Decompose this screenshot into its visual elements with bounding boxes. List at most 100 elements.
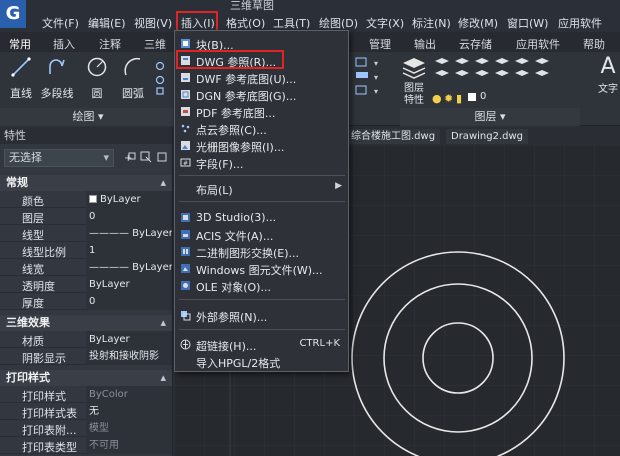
menu-edit[interactable]: 编辑(E): [88, 15, 126, 31]
menu-dimension[interactable]: 标注(N): [412, 15, 451, 31]
tab-home[interactable]: 常用: [9, 36, 31, 52]
collapse-icon: ▴: [160, 176, 166, 189]
menu-draw[interactable]: 绘图(D): [319, 15, 358, 31]
prop-row-color[interactable]: 颜色 ByLayer: [0, 191, 172, 208]
text-tool[interactable]: A 文字: [596, 54, 620, 95]
prop-row-plot-table-type[interactable]: 打印表类型 不可用: [0, 437, 172, 454]
menu-item-acis-file[interactable]: ACIS 文件(A)...: [175, 226, 348, 243]
tab-annotate[interactable]: 注释: [99, 36, 121, 52]
collapse-icon: ▴: [160, 371, 166, 384]
properties-panel: 特性 无选择 ▾ + 常规 ▴ 颜色 ByLayer 图层 0 线型 ———— ByLa…: [0, 127, 173, 456]
menu-modify[interactable]: 修改(M): [458, 15, 498, 31]
pdf-icon: [181, 107, 190, 116]
menu-apps[interactable]: 应用软件: [558, 15, 602, 31]
layer-dropdown[interactable]: ● ✹ ▮ 0: [432, 91, 572, 106]
section-3d-effects[interactable]: 三维效果 ▴: [0, 315, 172, 331]
menu-item-hyperlink[interactable]: 超链接(H)... CTRL+K: [175, 336, 348, 353]
svg-text:▾: ▾: [374, 59, 378, 68]
menu-item-3d-studio[interactable]: 3D Studio(3)...: [175, 209, 348, 226]
menu-item-external-reference[interactable]: 外部参照(N)...: [175, 307, 348, 324]
raster-icon: [181, 141, 190, 150]
doc-tab-1[interactable]: 综合楼施工图.dwg: [346, 129, 441, 144]
toggle-pickadd-icon[interactable]: +: [124, 151, 136, 163]
xref-icon: [181, 311, 191, 321]
draw-more-icons[interactable]: [155, 58, 165, 98]
doc-tab-2[interactable]: Drawing2.dwg: [446, 129, 528, 144]
menu-format[interactable]: 格式(O): [226, 15, 265, 31]
menu-item-ole-object[interactable]: OLE 对象(O)...: [175, 277, 348, 294]
lock-icon: ▮: [456, 92, 463, 105]
svg-text:#: #: [183, 160, 188, 167]
menu-item-field[interactable]: # 字段(F)...: [175, 154, 348, 171]
prop-row-layer[interactable]: 图层 0: [0, 208, 172, 225]
tab-apps[interactable]: 应用软件: [516, 36, 560, 52]
text-a-icon: A: [600, 54, 616, 79]
menu-item-dgn-underlay[interactable]: DGN 参考底图(G)...: [175, 86, 348, 103]
menu-tools[interactable]: 工具(T): [273, 15, 310, 31]
tab-help[interactable]: 帮助: [583, 36, 605, 52]
menu-item-import-hpgl[interactable]: 导入HPGL/2格式: [175, 353, 348, 370]
menu-item-binary-exchange[interactable]: 二进制图形交换(E)...: [175, 243, 348, 260]
menu-item-windows-metafile[interactable]: Windows 图元文件(W)...: [175, 260, 348, 277]
layer-group-label[interactable]: 图层 ▾: [400, 108, 580, 126]
menu-window[interactable]: 窗口(W): [507, 15, 548, 31]
section-general[interactable]: 常规 ▴: [0, 175, 172, 191]
circle-tool-label: 圆: [91, 87, 103, 100]
ellipse-icon: [155, 61, 165, 95]
dgn-icon: [181, 90, 190, 99]
acis-icon: [181, 230, 190, 239]
selection-dropdown[interactable]: 无选择 ▾: [4, 149, 114, 167]
lightbulb-icon: ●: [432, 92, 442, 105]
menu-item-layout[interactable]: 布局(L) ▶: [175, 180, 348, 197]
prop-row-plot-style[interactable]: 打印样式 ByColor: [0, 386, 172, 403]
menu-item-dwf-underlay[interactable]: DWF 参考底图(U)...: [175, 69, 348, 86]
menu-file[interactable]: 文件(F): [42, 15, 79, 31]
prop-row-thickness[interactable]: 厚度 0: [0, 293, 172, 310]
circle-tool[interactable]: 圆: [80, 56, 114, 101]
line-tool-label: 直线: [10, 87, 32, 100]
app-logo[interactable]: G: [0, 0, 26, 28]
svg-text:▾: ▾: [374, 87, 378, 96]
menu-view[interactable]: 视图(V): [134, 15, 172, 31]
dxb-icon: [181, 247, 190, 256]
properties-header: 特性: [0, 127, 172, 144]
layer-stack-icon: [402, 58, 426, 79]
layer-tool-grid[interactable]: [432, 56, 572, 90]
prop-row-plot-attached[interactable]: 打印表附... 模型: [0, 420, 172, 437]
prop-row-linetype-scale[interactable]: 线型比例 1: [0, 242, 172, 259]
arc-tool[interactable]: 圆弧: [116, 56, 150, 101]
prop-row-material[interactable]: 材质 ByLayer: [0, 331, 172, 348]
tab-3d[interactable]: 三维: [144, 36, 166, 52]
quick-select-icon[interactable]: [156, 151, 168, 163]
tab-output[interactable]: 输出: [414, 36, 436, 52]
tab-cloud[interactable]: 云存储: [459, 36, 492, 52]
tab-insert[interactable]: 插入: [53, 36, 75, 52]
menu-text[interactable]: 文字(X): [366, 15, 404, 31]
menu-item-raster-image[interactable]: 光栅图像参照(I)...: [175, 137, 348, 154]
prop-row-plot-table[interactable]: 打印样式表无: [0, 403, 172, 420]
title-bar: 三维草图: [0, 0, 620, 12]
selection-value: 无选择: [9, 151, 42, 164]
prop-row-linetype[interactable]: 线型 ———— ByLayer: [0, 225, 172, 242]
polyline-tool[interactable]: 多段线: [40, 56, 74, 101]
select-objects-icon[interactable]: [140, 151, 152, 163]
section-plot-style[interactable]: 打印样式 ▴: [0, 370, 172, 386]
menu-item-point-cloud[interactable]: 点云参照(C)...: [175, 120, 348, 137]
layer-properties-tool[interactable]: 图层 特性: [398, 56, 430, 107]
field-icon: #: [180, 158, 191, 167]
layer-current-value: 0: [480, 91, 487, 102]
menu-item-pdf-underlay[interactable]: PDF 参考底图...: [175, 103, 348, 120]
menu-insert-highlight: [176, 11, 218, 32]
polyline-tool-label: 多段线: [40, 87, 74, 100]
prop-row-transparency[interactable]: 透明度 ByLayer: [0, 276, 172, 293]
line-tool[interactable]: 直线: [4, 56, 38, 101]
dwg-reference-highlight: [176, 50, 284, 69]
prop-row-shadow[interactable]: 阴影显示 投射和接收阴影: [0, 348, 172, 365]
draw-group-label[interactable]: 绘图 ▾: [0, 108, 176, 126]
ole-icon: [181, 281, 190, 290]
tab-manage[interactable]: 管理: [369, 36, 391, 52]
menu-separator: [179, 175, 345, 176]
prop-row-lineweight[interactable]: 线宽 ———— ByLayer: [0, 259, 172, 276]
modify-tools[interactable]: ▾ ▾ ▾: [352, 56, 392, 106]
dwf-icon: [181, 73, 190, 82]
